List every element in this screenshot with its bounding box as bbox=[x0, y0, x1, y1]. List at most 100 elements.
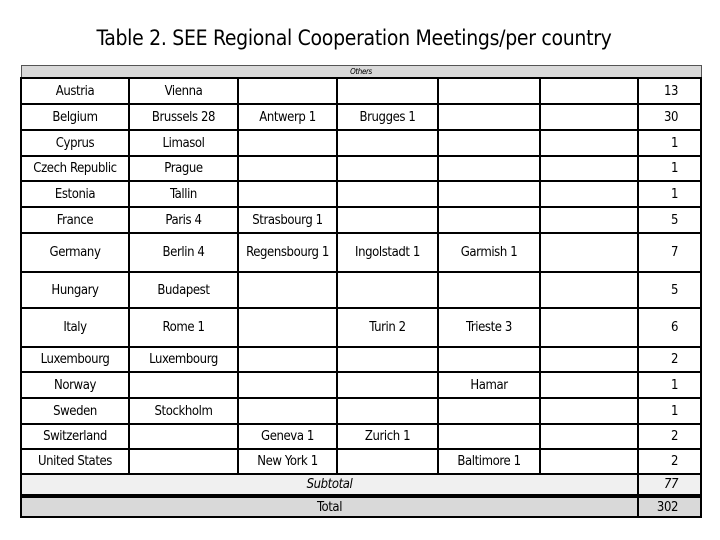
table-row: Germany Berlin 4 Regensbourg 1 Ingolstadt 1… bbox=[20, 232, 703, 273]
city-cell bbox=[539, 155, 639, 182]
table-row: Luxembourg Luxembourg 2 bbox=[20, 346, 703, 373]
city-cell bbox=[237, 371, 338, 399]
city-cell: Brussels 28 bbox=[128, 103, 239, 131]
city-cell bbox=[539, 448, 639, 475]
city-cell bbox=[237, 271, 338, 309]
city-cell: Budapest bbox=[128, 271, 239, 309]
city-cell: Stockholm bbox=[128, 397, 239, 425]
city-cell bbox=[336, 77, 439, 105]
city-cell bbox=[237, 180, 338, 208]
country-cell: Cyprus bbox=[20, 129, 130, 157]
total-cell: 5 bbox=[636, 271, 703, 309]
country-cell: Estonia bbox=[20, 180, 130, 208]
city-cell bbox=[539, 397, 639, 425]
city-cell bbox=[128, 423, 239, 450]
city-cell bbox=[128, 448, 239, 475]
city-cell bbox=[437, 129, 541, 157]
city-cell bbox=[437, 155, 541, 182]
city-cell bbox=[437, 346, 541, 373]
city-cell bbox=[437, 271, 541, 309]
city-cell bbox=[437, 180, 541, 208]
city-cell bbox=[336, 397, 439, 425]
city-cell: Brugges 1 bbox=[336, 103, 439, 131]
city-cell bbox=[437, 423, 541, 450]
city-cell bbox=[237, 129, 338, 157]
country-cell: Germany bbox=[20, 232, 130, 273]
city-cell: Baltimore 1 bbox=[437, 448, 541, 475]
city-cell bbox=[336, 448, 439, 475]
total-cell: 1 bbox=[636, 129, 703, 157]
table-row: Estonia Tallin 1 bbox=[20, 180, 703, 208]
city-cell bbox=[539, 371, 639, 399]
country-cell: United States bbox=[20, 448, 130, 475]
city-cell: Garmish 1 bbox=[437, 232, 541, 273]
city-cell: Berlin 4 bbox=[128, 232, 239, 273]
city-cell: Turin 2 bbox=[336, 307, 439, 348]
city-cell bbox=[336, 180, 439, 208]
table-row: Sweden Stockholm 1 bbox=[20, 397, 703, 425]
table-row: Norway Hamar 1 bbox=[20, 371, 703, 399]
city-cell bbox=[539, 423, 639, 450]
total-cell: 6 bbox=[636, 307, 703, 348]
city-cell bbox=[336, 155, 439, 182]
city-cell bbox=[237, 307, 338, 348]
city-cell bbox=[539, 346, 639, 373]
total-cell: 1 bbox=[636, 155, 703, 182]
total-cell: 1 bbox=[636, 371, 703, 399]
city-cell bbox=[539, 271, 639, 309]
city-cell bbox=[437, 206, 541, 234]
city-cell: New York 1 bbox=[237, 448, 338, 475]
total-row-label: Total bbox=[20, 494, 639, 518]
others-header: Others bbox=[20, 65, 702, 79]
subtotal-row: Subtotal 77 bbox=[20, 473, 703, 497]
city-cell bbox=[539, 180, 639, 208]
city-cell bbox=[539, 206, 639, 234]
table-row: Hungary Budapest 5 bbox=[20, 271, 703, 309]
city-cell bbox=[437, 77, 541, 105]
total-cell: 13 bbox=[636, 77, 703, 105]
table-row: France Paris 4 Strasbourg 1 5 bbox=[20, 206, 703, 234]
total-cell: 7 bbox=[636, 232, 703, 273]
city-cell: Strasbourg 1 bbox=[237, 206, 338, 234]
city-cell bbox=[336, 206, 439, 234]
meetings-table: Others Austria Vienna 13 Belgium Brussels 28… bbox=[20, 65, 703, 518]
country-cell: Belgium bbox=[20, 103, 130, 131]
table-row: Italy Rome 1 Turin 2 Trieste 3 6 bbox=[20, 307, 703, 348]
header-row: Others bbox=[20, 65, 702, 79]
city-cell: Trieste 3 bbox=[437, 307, 541, 348]
country-cell: Italy bbox=[20, 307, 130, 348]
city-cell bbox=[237, 155, 338, 182]
city-cell bbox=[237, 397, 338, 425]
city-cell bbox=[237, 77, 338, 105]
total-cell: 30 bbox=[636, 103, 703, 131]
city-cell: Luxembourg bbox=[128, 346, 239, 373]
table-row: Switzerland Geneva 1 Zurich 1 2 bbox=[20, 423, 703, 450]
country-cell: Switzerland bbox=[20, 423, 130, 450]
total-cell: 2 bbox=[636, 346, 703, 373]
city-cell bbox=[539, 103, 639, 131]
table-title: Table 2. SEE Regional Cooperation Meetin… bbox=[96, 26, 612, 50]
city-cell bbox=[336, 346, 439, 373]
city-cell: Vienna bbox=[128, 77, 239, 105]
city-cell: Prague bbox=[128, 155, 239, 182]
country-cell: Norway bbox=[20, 371, 130, 399]
city-cell: Hamar bbox=[437, 371, 541, 399]
table-row: Czech Republic Prague 1 bbox=[20, 155, 703, 182]
city-cell bbox=[539, 77, 639, 105]
table-row: Belgium Brussels 28 Antwerp 1 Brugges 1 30 bbox=[20, 103, 703, 131]
city-cell: Zurich 1 bbox=[336, 423, 439, 450]
table-row: United States New York 1 Baltimore 1 2 bbox=[20, 448, 703, 475]
subtotal-row-label: Subtotal bbox=[20, 473, 639, 497]
total-row-value: 302 bbox=[636, 494, 703, 518]
city-cell: Tallin bbox=[128, 180, 239, 208]
city-cell: Limasol bbox=[128, 129, 239, 157]
total-cell: 2 bbox=[636, 448, 703, 475]
city-cell: Paris 4 bbox=[128, 206, 239, 234]
total-row: Total 302 bbox=[20, 494, 703, 518]
country-cell: Hungary bbox=[20, 271, 130, 309]
total-cell: 1 bbox=[636, 397, 703, 425]
country-cell: Czech Republic bbox=[20, 155, 130, 182]
city-cell bbox=[437, 397, 541, 425]
city-cell bbox=[237, 346, 338, 373]
city-cell: Antwerp 1 bbox=[237, 103, 338, 131]
